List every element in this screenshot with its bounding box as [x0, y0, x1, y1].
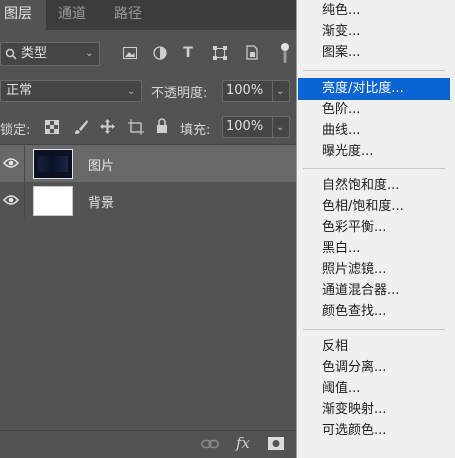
- lock-label: 锁定:: [0, 123, 31, 138]
- tab-paths-label: 路径: [114, 6, 142, 22]
- smart-object-filter-icon[interactable]: [246, 45, 258, 60]
- add-mask-icon[interactable]: [268, 437, 284, 450]
- search-icon: [5, 48, 17, 60]
- fill-value: 100%: [226, 119, 264, 134]
- blend-mode-dropdown[interactable]: 正常 ⌄: [0, 80, 142, 102]
- layer-thumbnail: [33, 186, 73, 216]
- type-filter-icon[interactable]: T: [180, 45, 196, 61]
- lock-position-icon[interactable]: [99, 118, 116, 135]
- chevron-down-icon[interactable]: ⌄: [276, 87, 286, 97]
- tab-channels-label: 通道: [58, 6, 86, 22]
- filter-kind-dropdown[interactable]: 类型 ⌄: [0, 42, 100, 66]
- tab-layers-label: 图层: [4, 6, 32, 22]
- panel-tab-bar: 图层 通道 路径: [0, 0, 300, 30]
- menu-item-brightness-contrast[interactable]: 亮度/对比度...: [298, 78, 450, 100]
- filter-kind-label: 类型: [21, 46, 48, 61]
- menu-separator: [303, 168, 445, 169]
- fill-label: 填充:: [180, 123, 211, 138]
- chevron-down-icon: ⌄: [85, 48, 94, 59]
- menu-item-exposure[interactable]: 曝光度...: [298, 141, 450, 163]
- chevron-down-icon[interactable]: ⌄: [276, 123, 286, 133]
- menu-item-color-balance[interactable]: 色彩平衡...: [298, 217, 450, 239]
- blend-mode-value: 正常: [6, 83, 33, 98]
- lock-artboard-icon[interactable]: [128, 119, 144, 135]
- menu-separator: [303, 329, 445, 330]
- layers-panel: 图层 通道 路径 类型 ⌄ T 正常 ⌄ 不透明度: 100% ⌄ 锁定: 填充…: [0, 0, 300, 457]
- menu-item-solid-color[interactable]: 纯色...: [298, 0, 450, 22]
- menu-item-vibrance[interactable]: 自然饱和度...: [298, 175, 450, 197]
- adjustment-filter-icon[interactable]: [153, 46, 167, 60]
- menu-item-curves[interactable]: 曲线...: [298, 120, 450, 142]
- blend-row: 正常 ⌄ 不透明度: 100% ⌄: [0, 80, 300, 104]
- menu-item-photo-filter[interactable]: 照片滤镜...: [298, 259, 450, 281]
- filter-row: 类型 ⌄ T: [0, 42, 300, 68]
- opacity-label: 不透明度:: [151, 86, 208, 101]
- lock-transparent-icon[interactable]: [45, 120, 59, 134]
- menu-item-invert[interactable]: 反相: [298, 336, 450, 358]
- lock-row: 锁定: 填充: 100% ⌄: [0, 116, 300, 140]
- menu-separator: [303, 70, 445, 71]
- adjustment-layer-menu: 纯色... 渐变... 图案... 亮度/对比度... 色阶... 曲线... …: [296, 0, 455, 458]
- layers-bottom-bar: fx: [0, 430, 300, 457]
- link-icon[interactable]: [201, 439, 219, 449]
- chevron-down-icon: ⌄: [127, 86, 136, 97]
- menu-item-black-white[interactable]: 黑白...: [298, 238, 450, 260]
- layer-thumbnail: [33, 149, 73, 179]
- lock-all-icon[interactable]: [156, 118, 168, 134]
- fx-button[interactable]: fx: [236, 434, 250, 452]
- menu-item-threshold[interactable]: 阈值...: [298, 378, 450, 400]
- eye-icon[interactable]: [3, 194, 19, 206]
- tab-layers[interactable]: 图层: [0, 0, 46, 30]
- pixel-filter-icon[interactable]: [123, 47, 137, 59]
- tab-paths[interactable]: 路径: [114, 0, 142, 30]
- opacity-value: 100%: [226, 83, 264, 98]
- layer-name: 背景: [88, 196, 115, 211]
- menu-item-posterize[interactable]: 色调分离...: [298, 357, 450, 379]
- opacity-field[interactable]: 100% ⌄: [222, 80, 290, 102]
- shape-filter-icon[interactable]: [213, 46, 227, 60]
- lock-pixels-icon[interactable]: [73, 119, 89, 135]
- fill-field[interactable]: 100% ⌄: [222, 116, 290, 138]
- layer-row-background[interactable]: 背景: [0, 182, 300, 219]
- menu-item-selective-color[interactable]: 可选颜色...: [298, 420, 450, 442]
- menu-item-pattern[interactable]: 图案...: [298, 42, 450, 64]
- eye-icon[interactable]: [3, 157, 19, 169]
- layer-row-image[interactable]: 图片: [0, 145, 300, 182]
- menu-item-gradient[interactable]: 渐变...: [298, 21, 450, 43]
- filter-toggle-icon[interactable]: [280, 42, 290, 64]
- menu-item-hue-saturation[interactable]: 色相/饱和度...: [298, 196, 450, 218]
- menu-item-gradient-map[interactable]: 渐变映射...: [298, 399, 450, 421]
- menu-item-color-lookup[interactable]: 颜色查找...: [298, 301, 450, 323]
- menu-item-channel-mixer[interactable]: 通道混合器...: [298, 280, 450, 302]
- layer-name: 图片: [88, 159, 115, 174]
- tab-channels[interactable]: 通道: [58, 0, 86, 30]
- menu-item-levels[interactable]: 色阶...: [298, 99, 450, 121]
